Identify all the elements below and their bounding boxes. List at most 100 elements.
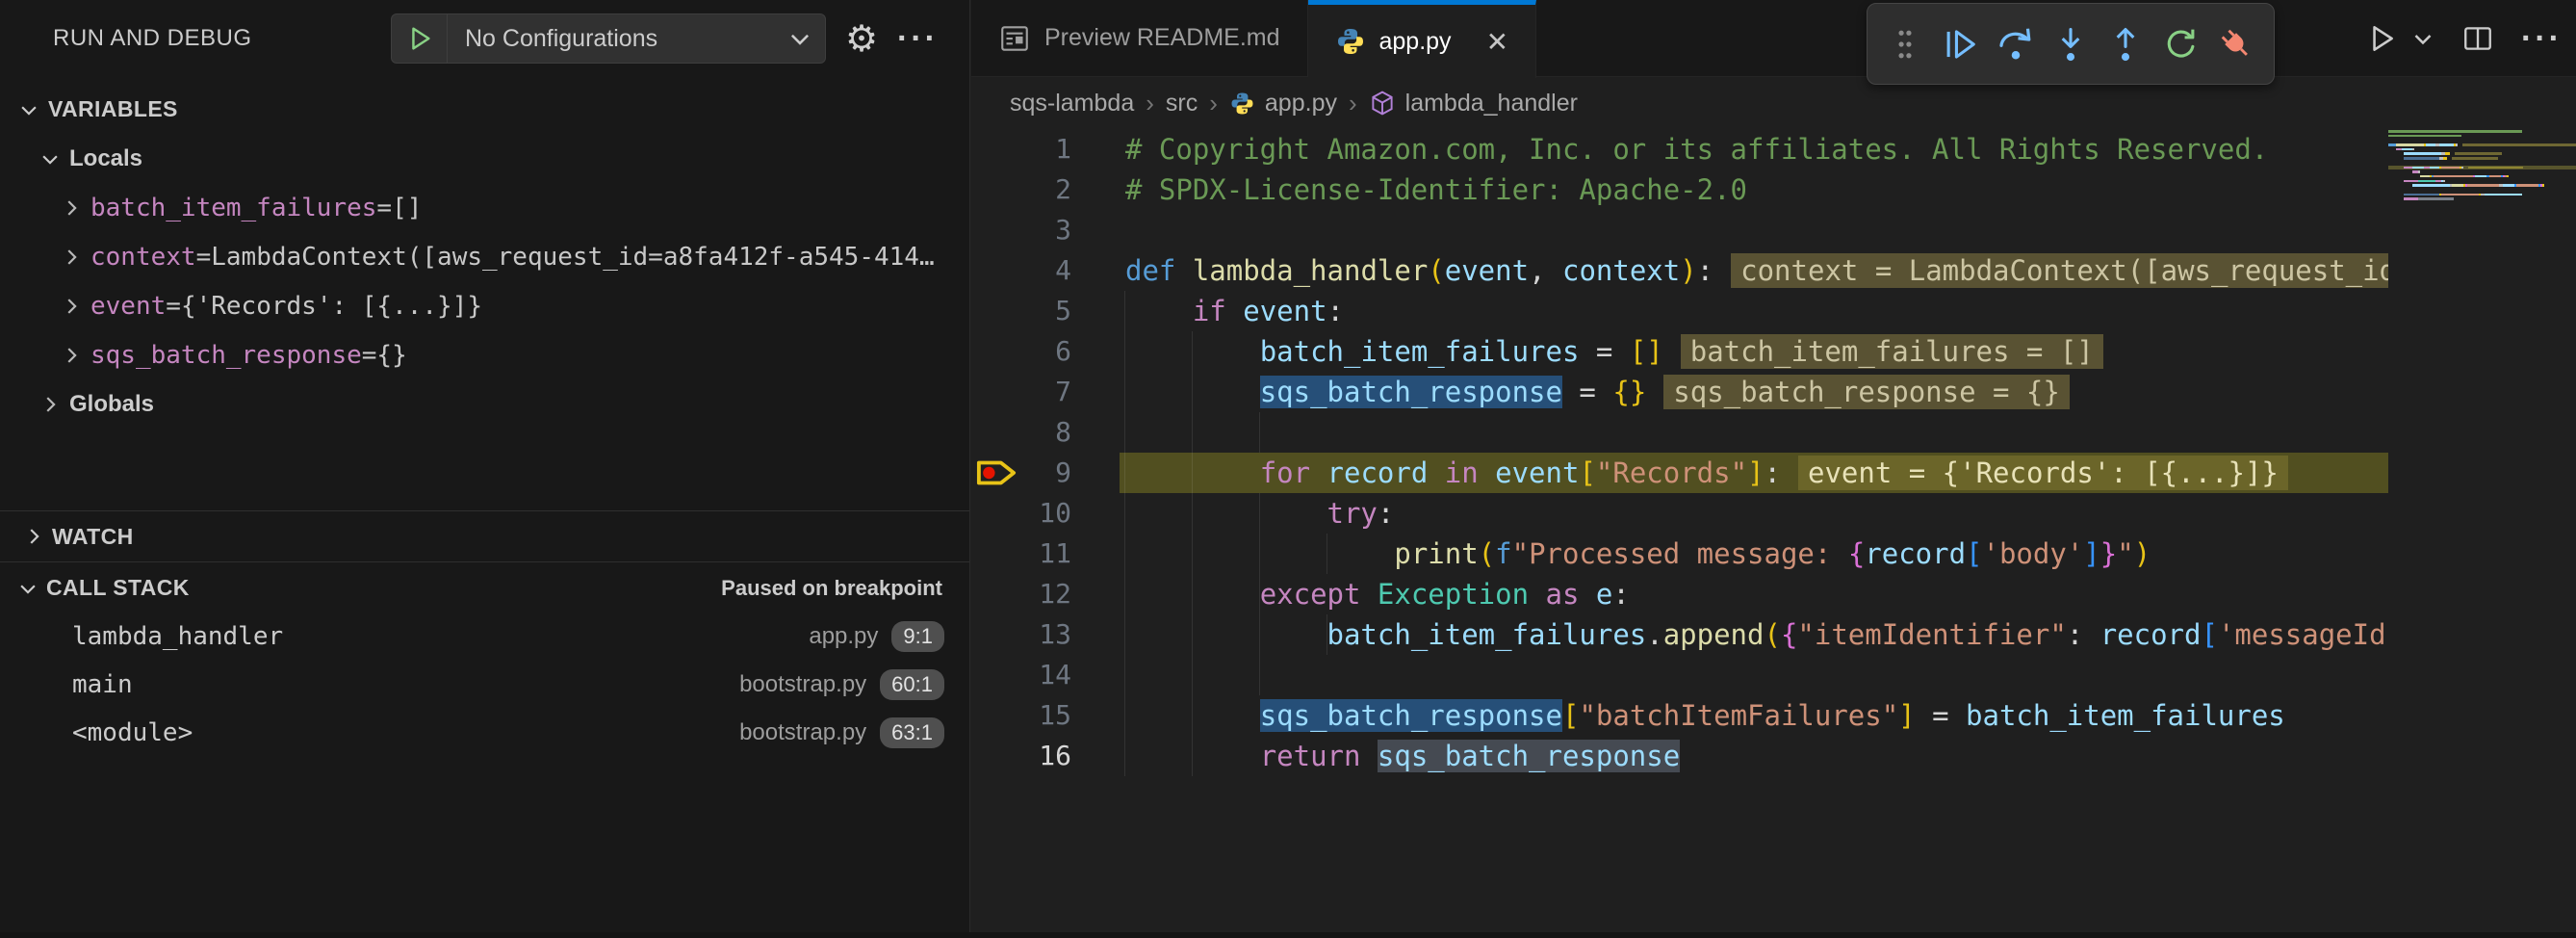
step-into-button[interactable] — [2050, 24, 2091, 65]
minimap-token — [2388, 143, 2396, 146]
indent-guide — [1124, 736, 1125, 776]
code-line-text[interactable] — [1120, 412, 2388, 453]
editor-group: Preview README.mdapp.py✕ ··· sqs-lambda›… — [971, 0, 2576, 938]
drag-handle[interactable] — [1885, 24, 1925, 65]
line-number: 9 — [1021, 453, 1071, 493]
code-line-text[interactable]: # SPDX-License-Identifier: Apache-2.0 — [1120, 169, 2388, 210]
chevron-down-icon — [17, 578, 39, 599]
code-token: event — [1495, 456, 1579, 489]
code-line-text[interactable]: except Exception as e: — [1120, 574, 2388, 614]
code-token: batch_item_failures — [1966, 699, 2285, 732]
code-token: "Records" — [1596, 456, 1747, 489]
minimap-hint — [2455, 152, 2502, 155]
editor-more-icon[interactable]: ··· — [2521, 20, 2563, 58]
tab-app-py[interactable]: app.py✕ — [1308, 0, 1537, 78]
code-line-text[interactable]: sqs_batch_response = {}sqs_batch_respons… — [1120, 372, 2388, 412]
minimap-token — [2467, 184, 2499, 187]
continue-button[interactable] — [1940, 24, 1980, 65]
code-line-text[interactable]: batch_item_failures = []batch_item_failu… — [1120, 331, 2388, 372]
breakpoint-gutter[interactable] — [971, 250, 1021, 291]
code-token: ] — [2083, 537, 2099, 570]
indent-guide — [1192, 412, 1193, 453]
code-line-text[interactable]: for record in event["Records"]:event = {… — [1120, 453, 2388, 493]
code-line-text[interactable]: return sqs_batch_response — [1120, 736, 2388, 776]
breadcrumb-item-src[interactable]: src — [1166, 90, 1198, 117]
code-line-text[interactable]: batch_item_failures.append({"itemIdentif… — [1120, 614, 2388, 655]
call-stack-frame[interactable]: lambda_handlerapp.py9:1 — [0, 612, 969, 661]
breakpoint-gutter[interactable] — [971, 574, 1021, 614]
code-line-text[interactable] — [1120, 655, 2388, 695]
code-token: for — [1260, 456, 1327, 489]
scope-globals[interactable]: Globals — [0, 379, 969, 429]
variable-name: sqs_batch_response — [90, 341, 362, 370]
code-line-text[interactable] — [1120, 210, 2388, 250]
breadcrumb-item-sqs-lambda[interactable]: sqs-lambda — [1010, 90, 1134, 117]
breakpoint-gutter[interactable] — [971, 614, 1021, 655]
code-token — [1125, 578, 1260, 611]
code-line-text[interactable]: def lambda_handler(event, context):conte… — [1120, 250, 2388, 291]
drag-handle-icon — [1895, 28, 1915, 61]
breakpoint-gutter[interactable] — [971, 169, 1021, 210]
variable-row[interactable]: context = LambdaContext([aws_request_id=… — [0, 232, 969, 281]
gear-icon[interactable]: ⚙ — [845, 0, 878, 77]
code-line-text[interactable]: # Copyright Amazon.com, Inc. or its affi… — [1120, 129, 2388, 169]
variable-row[interactable]: batch_item_failures = [] — [0, 183, 969, 232]
code-line-text[interactable]: if event: — [1120, 291, 2388, 331]
code-line-text[interactable]: try: — [1120, 493, 2388, 534]
breadcrumb-item-app-py[interactable]: app.py — [1229, 90, 1337, 117]
breakpoint-gutter[interactable] — [971, 210, 1021, 250]
disconnect-button[interactable] — [2216, 24, 2256, 65]
step-out-button[interactable] — [2105, 24, 2146, 65]
code-line-text[interactable]: print(f"Processed message: {record['body… — [1120, 534, 2388, 574]
variables-section: VARIABLESLocalsbatch_item_failures = []c… — [0, 85, 969, 429]
variable-row[interactable]: sqs_batch_response = {} — [0, 330, 969, 379]
minimap[interactable] — [2388, 129, 2576, 283]
sidebar-more-icon[interactable]: ··· — [897, 0, 939, 77]
breakpoint-gutter[interactable] — [971, 331, 1021, 372]
code-line-text[interactable]: sqs_batch_response["batchItemFailures"] … — [1120, 695, 2388, 736]
indent-guide — [1192, 453, 1193, 493]
breakpoint-gutter[interactable] — [971, 736, 1021, 776]
call-stack-section-header[interactable]: CALL STACK Paused on breakpoint — [0, 563, 969, 612]
line-number: 10 — [1021, 493, 1071, 534]
restart-button[interactable] — [2161, 24, 2202, 65]
code-token: record — [1865, 537, 1966, 570]
breakpoint-gutter[interactable] — [971, 291, 1021, 331]
code-editor[interactable]: 1# Copyright Amazon.com, Inc. or its aff… — [971, 129, 2388, 803]
variables-label: VARIABLES — [48, 96, 178, 122]
watch-section-header[interactable]: WATCH — [0, 510, 969, 562]
frame-line-column-badge: 63:1 — [880, 717, 944, 748]
call-stack-frame[interactable]: <module>bootstrap.py63:1 — [0, 709, 969, 757]
breakpoint-gutter[interactable] — [971, 655, 1021, 695]
line-number: 12 — [1021, 574, 1071, 614]
variables-section-header[interactable]: VARIABLES — [0, 85, 969, 134]
breakpoint-gutter[interactable] — [971, 412, 1021, 453]
breakpoint-gutter[interactable] — [971, 534, 1021, 574]
breakpoint-gutter[interactable] — [971, 129, 1021, 169]
variable-row[interactable]: event = {'Records': [{...}]} — [0, 281, 969, 330]
breakpoint-gutter[interactable] — [971, 493, 1021, 534]
indent-guide — [1192, 655, 1193, 695]
split-editor-icon[interactable] — [2461, 22, 2494, 55]
scope-locals[interactable]: Locals — [0, 134, 969, 183]
code-token: append — [1663, 618, 1765, 651]
call-stack-frame[interactable]: mainbootstrap.py60:1 — [0, 661, 969, 709]
breakpoint-current-line-icon[interactable] — [971, 453, 1021, 493]
breadcrumb-item-lambda-handler[interactable]: lambda_handler — [1369, 90, 1578, 117]
minimap-token — [2412, 184, 2450, 187]
debug-config-dropdown[interactable]: No Configurations — [391, 13, 826, 64]
tab-preview-readme-md[interactable]: Preview README.md — [971, 0, 1308, 76]
run-button[interactable] — [2365, 22, 2398, 55]
code-token: . — [1646, 618, 1662, 651]
variable-name: context — [90, 243, 196, 272]
step-over-button[interactable] — [1996, 24, 2036, 65]
start-debug-play-icon[interactable] — [392, 14, 448, 63]
breakpoint-gutter[interactable] — [971, 372, 1021, 412]
run-chevron-icon[interactable] — [2411, 27, 2434, 50]
breakpoint-gutter[interactable] — [971, 695, 1021, 736]
tab-close-icon[interactable]: ✕ — [1486, 26, 1508, 58]
paused-status-badge: Paused on breakpoint — [721, 576, 942, 601]
minimap-token — [2503, 184, 2514, 187]
python-icon — [1335, 26, 1366, 57]
minimap-token — [2418, 197, 2454, 200]
